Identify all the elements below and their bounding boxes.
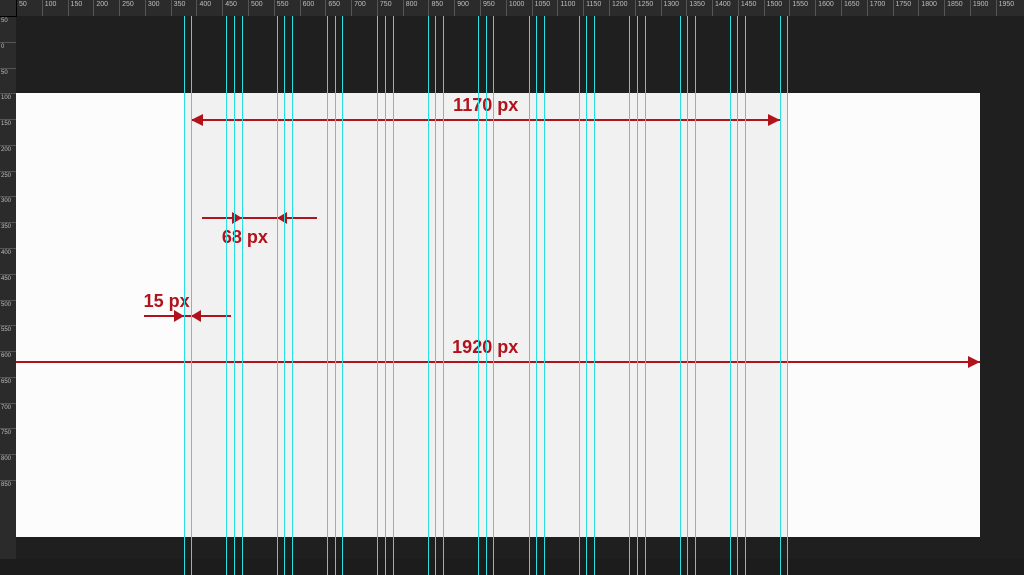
v-ruler-tick: 100	[0, 93, 16, 94]
h-ruler-tick: 900	[454, 0, 455, 16]
v-ruler-tick: 600	[0, 351, 16, 352]
dimension-label: 1920 px	[452, 337, 518, 358]
h-ruler-tick: 1350	[686, 0, 687, 16]
h-ruler-tick: 700	[351, 0, 352, 16]
h-ruler-tick: 1200	[609, 0, 610, 16]
v-ruler-tick: 800	[0, 454, 16, 455]
h-ruler-tick: 100	[42, 0, 43, 16]
h-ruler-tick: 1150	[583, 0, 584, 16]
v-ruler-tick: 350	[0, 222, 16, 223]
h-ruler-tick: 150	[68, 0, 69, 16]
v-ruler-tick: 150	[0, 119, 16, 120]
h-ruler-tick: 1800	[918, 0, 919, 16]
h-ruler-tick: 1650	[841, 0, 842, 16]
h-ruler-tick: 400	[196, 0, 197, 16]
h-ruler-tick: 300	[145, 0, 146, 16]
v-ruler-tick: 450	[0, 274, 16, 275]
v-ruler-tick: 850	[0, 480, 16, 481]
h-ruler-tick: 1900	[970, 0, 971, 16]
dimension-label: 68 px	[222, 227, 268, 248]
h-ruler-tick: 1950	[996, 0, 997, 16]
v-ruler-tick: 0	[0, 42, 16, 43]
v-ruler-tick: 250	[0, 171, 16, 172]
h-ruler-tick: 1250	[635, 0, 636, 16]
h-ruler-tick: 500	[248, 0, 249, 16]
h-ruler-tick: 850	[428, 0, 429, 16]
dimension-label: 15 px	[144, 291, 190, 312]
h-ruler-tick: 1550	[789, 0, 790, 16]
h-ruler-tick: 1100	[557, 0, 558, 16]
v-ruler-tick: 750	[0, 428, 16, 429]
h-ruler-tick: 1450	[738, 0, 739, 16]
bootstrap-grid-columns	[184, 93, 787, 536]
dimension-label: 1170 px	[453, 95, 518, 116]
h-ruler-tick: 350	[171, 0, 172, 16]
h-ruler-tick: 1000	[506, 0, 507, 16]
h-ruler-tick: 950	[480, 0, 481, 16]
h-ruler-tick: 1400	[712, 0, 713, 16]
h-ruler-tick: 1600	[815, 0, 816, 16]
v-ruler-tick: 300	[0, 196, 16, 197]
vertical-ruler[interactable]: 5005010015020025030035040045050055060065…	[0, 16, 16, 559]
v-ruler-tick: 400	[0, 248, 16, 249]
h-ruler-tick: 1300	[661, 0, 662, 16]
h-ruler-tick: 1750	[893, 0, 894, 16]
h-ruler-tick: 250	[119, 0, 120, 16]
v-ruler-tick: 700	[0, 403, 16, 404]
v-ruler-tick: 550	[0, 325, 16, 326]
h-ruler-tick: 750	[377, 0, 378, 16]
h-ruler-tick: 650	[325, 0, 326, 16]
h-ruler-tick: 1700	[867, 0, 868, 16]
h-ruler-tick: 450	[222, 0, 223, 16]
editor-workspace[interactable]: 1170 px 68 px 15 px 1920 px	[16, 16, 1024, 559]
h-ruler-tick: 800	[403, 0, 404, 16]
h-ruler-tick: 550	[274, 0, 275, 16]
h-ruler-tick: 200	[93, 0, 94, 16]
h-ruler-tick: 1050	[532, 0, 533, 16]
h-ruler-tick: 1500	[764, 0, 765, 16]
v-ruler-tick: 200	[0, 145, 16, 146]
h-ruler-tick: 600	[300, 0, 301, 16]
ruler-origin-box	[0, 0, 17, 17]
v-ruler-tick: 650	[0, 377, 16, 378]
h-ruler-tick: 1850	[944, 0, 945, 16]
v-ruler-tick: 50	[0, 68, 16, 69]
horizontal-ruler[interactable]: 5010015020025030035040045050055060065070…	[16, 0, 1024, 16]
v-ruler-tick: 500	[0, 300, 16, 301]
